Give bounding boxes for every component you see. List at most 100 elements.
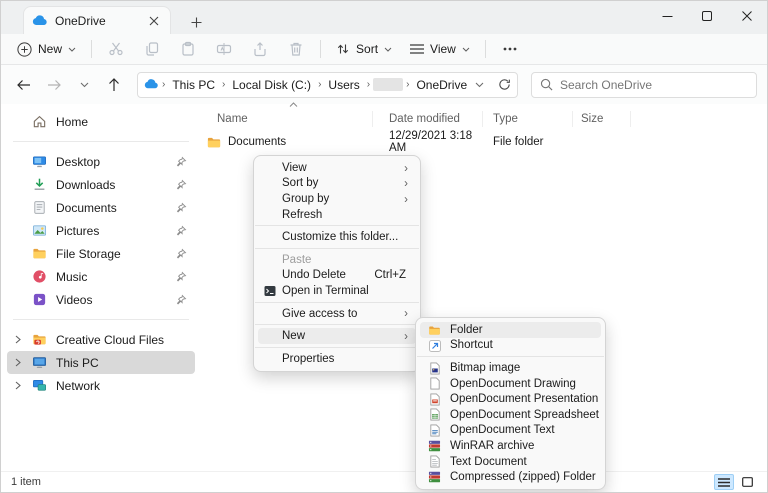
up-button[interactable] (101, 72, 127, 98)
column-header-type[interactable]: Type (483, 111, 573, 127)
submenu-item-folder[interactable]: Folder (420, 322, 601, 338)
submenu-arrow-icon: › (404, 162, 408, 175)
column-header-date-modified[interactable]: Date modified (373, 111, 483, 127)
sidebar-item-this-pc[interactable]: This PC (7, 351, 195, 374)
sidebar-item-home[interactable]: Home (7, 110, 195, 133)
recent-locations-button[interactable] (71, 72, 97, 98)
sidebar-item-downloads[interactable]: Downloads (7, 173, 195, 196)
submenu-item-opendocument-drawing[interactable]: OpenDocument Drawing (420, 376, 601, 392)
window-controls (647, 1, 767, 34)
context-menu-item-new[interactable]: New › (258, 328, 416, 344)
submenu-arrow-icon: › (404, 178, 408, 191)
sidebar-item-label: Creative Cloud Files (56, 332, 165, 347)
column-header-name[interactable]: Name (201, 102, 373, 127)
sidebar-item-label: Network (56, 378, 101, 393)
context-menu-item-undo-delete[interactable]: Undo Delete Ctrl+Z (258, 268, 416, 284)
large-icons-view-icon (741, 477, 753, 487)
breadcrumb-separator-icon: › (406, 79, 410, 90)
pin-icon (176, 248, 187, 259)
command-bar: New Sort View (1, 34, 767, 65)
sort-button[interactable]: Sort (328, 38, 400, 60)
file-row-documents[interactable]: Documents 12/29/2021 3:18 AM File folder (201, 130, 767, 154)
submenu-item-shortcut[interactable]: Shortcut (420, 338, 601, 354)
breadcrumb-segment[interactable]: Local Disk (C:) (228, 76, 315, 94)
delete-button[interactable] (279, 37, 313, 61)
submenu-item-winrar-archive[interactable]: WinRAR archive (420, 438, 601, 454)
submenu-item-opendocument-presentation[interactable]: OpenDocument Presentation (420, 391, 601, 407)
explorer-tab-onedrive[interactable]: OneDrive (23, 6, 171, 34)
copy-button[interactable] (135, 37, 169, 61)
details-view-button[interactable] (714, 474, 734, 490)
submenu-item-opendocument-text[interactable]: OpenDocument Text (420, 423, 601, 439)
search-box[interactable] (531, 71, 757, 98)
menu-divider (255, 324, 419, 326)
breadcrumb-segment[interactable]: This PC (168, 76, 219, 94)
sidebar-item-desktop[interactable]: Desktop (7, 150, 195, 173)
share-button[interactable] (243, 37, 277, 61)
breadcrumb-segment[interactable]: OneDrive (412, 76, 471, 94)
context-menu-item-properties[interactable]: Properties (258, 351, 416, 367)
chevron-right-icon[interactable] (13, 381, 23, 390)
details-view-icon (718, 477, 730, 487)
context-menu-item-sort-by[interactable]: Sort by › (258, 176, 416, 192)
forward-button[interactable] (41, 72, 67, 98)
sidebar-item-network[interactable]: Network (7, 374, 195, 397)
sidebar-item-music[interactable]: Music (7, 265, 195, 288)
submenu-item-text-document[interactable]: Text Document (420, 454, 601, 470)
navigation-pane: Home Desktop Downloads Documents Picture… (1, 104, 201, 474)
sidebar-item-label: Videos (56, 292, 93, 307)
desktop-icon (33, 156, 46, 168)
context-menu-item-open-in-terminal[interactable]: Open in Terminal (258, 283, 416, 299)
cut-button[interactable] (99, 37, 133, 61)
downloads-icon (34, 178, 45, 190)
context-menu-item-group-by[interactable]: Group by › (258, 191, 416, 207)
minimize-button[interactable] (647, 1, 687, 31)
close-button[interactable] (727, 1, 767, 31)
breadcrumb-segment[interactable]: Users (324, 76, 363, 94)
more-options-button[interactable] (493, 43, 527, 55)
sidebar-item-creative-cloud-files[interactable]: Creative Cloud Files (7, 328, 195, 351)
toolbar-divider (320, 40, 322, 58)
new-button-label: New (38, 42, 63, 56)
back-button[interactable] (11, 72, 37, 98)
submenu-item-bitmap-image[interactable]: Bitmap image (420, 360, 601, 376)
breadcrumb[interactable]: › This PC › Local Disk (C:) › Users › › … (137, 71, 519, 98)
view-button[interactable]: View (402, 38, 478, 60)
paste-button[interactable] (171, 37, 205, 61)
refresh-icon[interactable] (498, 78, 511, 91)
new-button[interactable]: New (9, 38, 84, 61)
context-menu-item-view[interactable]: View › (258, 160, 416, 176)
folder-icon (207, 137, 221, 147)
pin-icon (176, 271, 187, 282)
column-header-size[interactable]: Size (573, 111, 631, 127)
submenu-item-compressed-zipped-folder[interactable]: Compressed (zipped) Folder (420, 469, 601, 485)
tab-close-icon[interactable] (146, 13, 162, 29)
onedrive-cloud-icon (144, 77, 159, 92)
opendocument-drawing-icon (428, 377, 441, 390)
new-tab-button[interactable] (183, 10, 209, 34)
address-dropdown-icon[interactable] (475, 82, 484, 88)
maximize-button[interactable] (687, 1, 727, 31)
context-menu-item-paste[interactable]: Paste (258, 252, 416, 268)
context-menu-item-give-access-to[interactable]: Give access to › (258, 306, 416, 322)
chevron-right-icon[interactable] (13, 335, 23, 344)
large-icons-view-button[interactable] (737, 474, 757, 490)
pin-icon (176, 225, 187, 236)
zipped-archive-icon (428, 471, 441, 484)
breadcrumb-segment-redacted-username[interactable] (373, 78, 404, 91)
chevron-right-icon[interactable] (13, 358, 23, 367)
scissors-icon (109, 42, 123, 56)
sidebar-item-pictures[interactable]: Pictures (7, 219, 195, 242)
sidebar-divider (13, 319, 189, 320)
plus-circle-icon (17, 41, 32, 57)
sidebar-item-file-storage[interactable]: File Storage (7, 242, 195, 265)
rename-button[interactable] (207, 37, 241, 61)
search-input[interactable] (560, 77, 748, 92)
submenu-item-opendocument-spreadsheet[interactable]: OpenDocument Spreadsheet (420, 407, 601, 423)
item-count: 1 item (11, 476, 41, 488)
sidebar-item-documents[interactable]: Documents (7, 196, 195, 219)
sort-arrows-icon (337, 44, 349, 54)
context-menu-item-refresh[interactable]: Refresh (258, 207, 416, 223)
sidebar-item-videos[interactable]: Videos (7, 288, 195, 311)
context-menu-item-customize-folder[interactable]: Customize this folder... (258, 229, 416, 245)
